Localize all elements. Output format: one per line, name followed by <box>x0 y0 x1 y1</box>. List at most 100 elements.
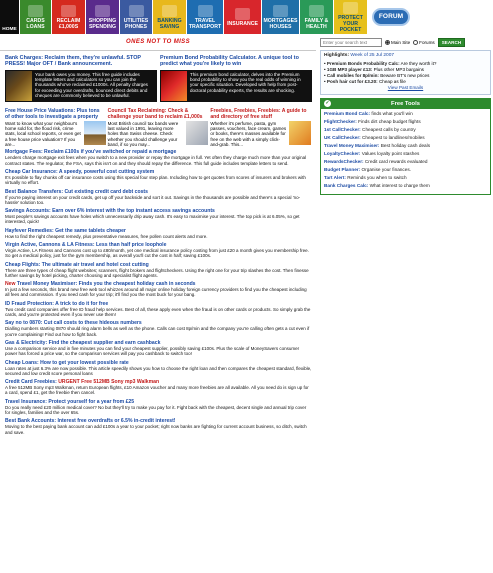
past-emails-link[interactable]: View Past Emails <box>324 85 487 90</box>
free-tools-list: Premium Bond Calc: finds what you'll win… <box>321 109 490 193</box>
nav-home-tab[interactable]: HOME <box>0 0 20 34</box>
article-text: It's possible to flay chunks off car ins… <box>5 174 306 186</box>
article-item: Mortgage Fees: Reclaim £100s if you've s… <box>0 149 316 169</box>
article-list: Mortgage Fees: Reclaim £100s if you've s… <box>0 149 316 438</box>
tool-name: Premium Bond Calc: <box>324 111 371 117</box>
feature-title[interactable]: Premium Bond Probability Calculator. A u… <box>160 55 312 68</box>
highlight-title: Premium Bonds Probability Calc: <box>326 61 400 67</box>
highlight-text: Beware BT's new prices <box>378 72 430 78</box>
nav-tab[interactable]: BANKING SAVING <box>153 0 187 34</box>
feature-title[interactable]: Bank Charges: Reclaim them, they're unla… <box>5 55 157 68</box>
search-button[interactable]: SEARCH <box>437 38 466 48</box>
article-text: Use a comparison service and in five min… <box>5 345 300 357</box>
article-title[interactable]: Council Tax Reclaiming: Check & challeng… <box>108 108 209 120</box>
article-text: Virgin Active, LA Fitness and Cannons co… <box>5 247 309 259</box>
nav-tab[interactable]: PROTECT your Pocket <box>334 0 368 34</box>
highlight-item[interactable]: • Call mobiles for 8p/min: Beware BT's n… <box>324 73 487 78</box>
article-house-price: Free House Price Valuations: Plus tons o… <box>5 108 106 147</box>
tool-item[interactable]: 1st CallChecker: Cheapest calls by count… <box>324 127 487 133</box>
main-site-radio[interactable] <box>385 40 390 46</box>
tool-item[interactable]: Budget Planner: Organise your finances. <box>324 167 487 173</box>
highlight-item[interactable]: • Premium Bonds Probability Calc: Are th… <box>324 61 487 66</box>
highlights-header: Highlights: Week of 25 Jul 2007 <box>324 53 487 59</box>
tool-name: RewardsChecker: <box>324 159 364 165</box>
highlight-item[interactable]: • 1GB MP3 player £13: Plus other MP3 bar… <box>324 67 487 72</box>
top-navigation: HOME CARDS LOANS RECLAIM £1,000s SHOPPING … <box>0 0 493 34</box>
tool-description: finds what you'll win <box>370 111 413 117</box>
tool-name: UK CallChecker: <box>324 135 361 141</box>
tool-description: Cheapest to landlines/mobiles <box>360 135 425 141</box>
nav-tab-label: RECLAIM £1,000s <box>56 18 81 30</box>
article-title[interactable]: Freebies, Freebies, Freebies: A guide to… <box>210 108 311 120</box>
article-item: Cheap Flights: The ultimate air travel a… <box>0 262 316 282</box>
wallet-icon <box>343 2 358 15</box>
nav-tabs: CARDS LOANS RECLAIM £1,000s SHOPPING SPEND… <box>20 0 368 34</box>
nav-home-label: HOME <box>2 26 17 32</box>
tool-name: Bank Charges Calc: <box>324 182 369 188</box>
nav-tab[interactable]: SHOPPING SPENDING <box>86 0 120 34</box>
article-title-text: Cheap Flights: The ultimate air travel a… <box>5 261 149 268</box>
nav-tab[interactable]: INSURANCE <box>224 0 262 34</box>
article-title-text: Cheap Loans: How to get your lowest poss… <box>5 359 129 366</box>
article-item: Best Bank Accounts: Interest free overdr… <box>0 418 316 438</box>
tool-item[interactable]: RewardsChecker: Credit card rewards eval… <box>324 159 487 165</box>
nav-tab[interactable]: TRAVEL TRANSPORT <box>187 0 224 34</box>
nav-tab-label: FAMILY & HEALTH <box>304 18 329 30</box>
article-text: Loan rates at just 6.3% are now possible… <box>5 365 312 376</box>
phone-icon <box>128 5 144 18</box>
forum-label: FORUM <box>378 13 404 21</box>
forum-button[interactable]: FORUM <box>372 8 410 26</box>
council-tax-image <box>186 120 209 145</box>
sidebar: Main Site Forums SEARCH Highlights: Week… <box>318 36 493 195</box>
article-title[interactable]: Free House Price Valuations: Plus tons o… <box>5 108 106 120</box>
nav-tab[interactable]: MORTGAGES HOUSES <box>262 0 300 34</box>
tool-item[interactable]: Travel Money Maximiser: Best holiday cas… <box>324 143 487 149</box>
free-tools-title: Free Tools <box>391 100 420 107</box>
highlight-title: Call mobiles for 8p/min: <box>326 72 379 78</box>
free-tools-header: ✓ Free Tools <box>321 98 490 110</box>
house-icon <box>273 5 288 18</box>
article-item: Say no to 0870: Cut call costs to these … <box>0 320 316 340</box>
article-item: Credit Card Freebies: URGENT Free 512MB … <box>0 379 316 399</box>
highlights-box: Highlights: Week of 25 Jul 2007 • Premiu… <box>320 50 491 95</box>
highlight-item[interactable]: • Posh hair cut for £3.20: Cheap as file <box>324 79 487 84</box>
tool-description: Cheapest calls by country <box>360 127 416 133</box>
article-item: Best Balance Transfers: Cut existing cre… <box>0 189 316 209</box>
highlight-title: Posh hair cut for £3.20: <box>326 78 378 84</box>
feature-box: This premium bond calculator, delves int… <box>160 69 312 102</box>
tool-item[interactable]: Tart Alert: Reminds you when to switch <box>324 175 487 181</box>
tool-item[interactable]: UK CallChecker: Cheapest to landlines/mo… <box>324 135 487 141</box>
nav-tab-label: BANKING SAVING <box>157 18 182 30</box>
nav-tab[interactable]: RECLAIM £1,000s <box>52 0 86 34</box>
tool-description: Finds dirt cheap budget flights <box>356 119 421 125</box>
tool-item[interactable]: FlightChecker: Finds dirt cheap budget f… <box>324 119 487 125</box>
article-text: Most British council tax bands were last… <box>107 120 179 148</box>
tool-item[interactable]: LoyaltyChecker: Values loyalty point sta… <box>324 151 487 157</box>
tool-item[interactable]: Premium Bond Calc: finds what you'll win <box>324 111 487 117</box>
nav-tab-label: TRAVEL TRANSPORT <box>188 18 222 30</box>
nav-tab[interactable]: UTILITIES PHONES <box>120 0 153 34</box>
search-input[interactable] <box>320 38 382 48</box>
page: HOME CARDS LOANS RECLAIM £1,000s SHOPPING … <box>0 0 493 573</box>
article-text: A free 512MB Sony mp3 Walkman, return Eu… <box>5 385 309 396</box>
highlight-text: Are they worth it? <box>399 61 437 67</box>
tool-item[interactable]: Bank Charges Calc: What interest to char… <box>324 183 487 189</box>
article-title-text: Best Balance Transfers: Cut existing cre… <box>5 188 148 195</box>
feature-image <box>6 70 32 101</box>
article-item: Gas & Electricity: Find the cheapest sup… <box>0 340 316 360</box>
nav-tab[interactable]: CARDS LOANS <box>20 0 52 34</box>
tool-description: Values loyalty point stashes <box>360 151 420 157</box>
nav-tab-label: PROTECT your Pocket <box>338 15 363 33</box>
tool-name: 1st CallChecker: <box>324 127 361 133</box>
shopping-bag-icon <box>95 5 110 18</box>
tool-name: Budget Planner: <box>324 166 361 172</box>
tool-description: Organise your finances. <box>360 166 412 172</box>
tool-name: Travel Money Maximiser: <box>324 143 380 149</box>
forums-radio[interactable] <box>413 40 419 46</box>
featured-articles: Bank Charges: Reclaim them, they're unla… <box>0 53 316 104</box>
money-icon <box>61 5 76 18</box>
article-body: Whether it's perfume, pasta, gym passes,… <box>210 120 312 147</box>
highlight-title: 1GB MP3 player £13: <box>326 66 373 72</box>
nav-tab[interactable]: FAMILY & HEALTH <box>300 0 334 34</box>
feature-premium-bonds: Premium Bond Probability Calculator. A u… <box>160 55 312 102</box>
